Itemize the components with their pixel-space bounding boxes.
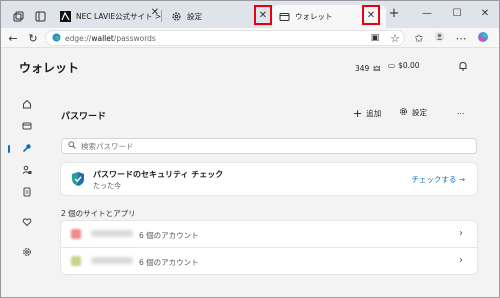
edge-logo-icon (52, 33, 61, 44)
gear-icon (399, 107, 408, 118)
more-button[interactable]: ⋯ (453, 30, 469, 46)
search-placeholder: 検索パスワード (81, 141, 134, 151)
security-check-title: パスワードのセキュリティ チェック (93, 170, 224, 179)
tab-label: 設定 (187, 12, 202, 21)
bell-icon (458, 61, 468, 73)
favorites-icon: ✩ (414, 31, 424, 45)
rewards-points[interactable]: 349 🜲 (355, 61, 380, 76)
security-check-card: パスワードのセキュリティ チェック たった今 チェックする → (61, 163, 477, 195)
card-icon (22, 121, 32, 133)
plus-icon: + (353, 107, 363, 120)
minimize-button[interactable]: — (417, 5, 437, 21)
trophy-icon: 🜲 (373, 64, 381, 73)
more-icon: … (457, 107, 465, 116)
profile-button[interactable] (431, 30, 447, 46)
document-icon (22, 187, 32, 199)
run-check-link[interactable]: チェックする → (411, 174, 465, 185)
balance-button[interactable]: ▭ $0.00 (388, 61, 420, 70)
tab-strip: NEC LAVIE公式サイト > ✕ 設定 ✕ ウォレット ✕ + — ☐ ✕ (1, 1, 499, 28)
nav-memberships[interactable] (19, 185, 35, 201)
immersive-reader-button[interactable]: ▣ (367, 30, 383, 46)
favorite-button[interactable]: ☆ (387, 30, 403, 46)
refresh-icon: ↻ (28, 31, 38, 45)
search-icon (68, 141, 76, 151)
close-tab-settings-button[interactable]: ✕ (254, 5, 272, 25)
collections-icon (13, 11, 24, 23)
browser-window: NEC LAVIE公式サイト > ✕ 設定 ✕ ウォレット ✕ + — ☐ ✕ … (0, 0, 500, 298)
maximize-icon: ☐ (452, 7, 462, 19)
notifications-button[interactable] (458, 61, 468, 73)
more-icon: ⋯ (455, 31, 467, 45)
close-icon: ✕ (480, 7, 490, 19)
close-icon: ✕ (258, 9, 268, 21)
home-icon (22, 99, 32, 111)
nav-payment-methods[interactable] (19, 119, 35, 135)
balance-value: $0.00 (398, 61, 420, 70)
page-title: ウォレット (19, 61, 80, 75)
address-bar[interactable]: edge://wallet/passwords (45, 30, 405, 46)
chevron-right-icon: › (459, 228, 463, 239)
tab-label: ウォレット (295, 12, 333, 21)
close-icon: ✕ (150, 6, 160, 18)
tab-actions-button[interactable] (29, 5, 47, 28)
close-icon: ✕ (366, 9, 376, 21)
reader-icon: ▣ (370, 33, 380, 43)
shield-check-icon (71, 171, 85, 189)
nav-passwords[interactable] (8, 141, 35, 157)
site-list-item[interactable]: 6 個のアカウント › (61, 221, 477, 247)
site-name-redacted (91, 230, 133, 237)
gear-icon (170, 11, 182, 23)
tab-actions-icon (35, 11, 46, 23)
collections-button[interactable] (7, 5, 25, 28)
heart-icon (22, 217, 32, 229)
nav-personal-info[interactable] (19, 163, 35, 179)
favorites-bar-button[interactable]: ✩ (411, 30, 427, 46)
site-name-redacted (91, 257, 133, 264)
account-count: 6 個のアカウント (139, 258, 199, 267)
close-window-button[interactable]: ✕ (475, 5, 495, 21)
wallet-balance-icon: ▭ (388, 61, 396, 70)
settings-label: 設定 (412, 108, 427, 117)
points-value: 349 (355, 64, 370, 73)
arrow-left-icon: ← (8, 31, 18, 45)
account-count: 6 個のアカウント (139, 231, 199, 240)
nav-settings[interactable] (19, 245, 35, 261)
section-title: パスワード (61, 112, 107, 122)
add-password-button[interactable]: + 追加 (353, 107, 381, 120)
back-button[interactable]: ← (5, 30, 21, 46)
chevron-right-icon: › (459, 255, 463, 266)
password-settings-button[interactable]: 設定 (399, 107, 427, 118)
site-favicon-icon (71, 229, 81, 239)
more-options-button[interactable]: … (457, 107, 465, 116)
star-icon: ☆ (390, 31, 400, 45)
wallet-icon (278, 11, 290, 23)
avatar-icon (434, 31, 445, 45)
nec-favicon-icon (59, 11, 71, 23)
close-tab-wallet-button[interactable]: ✕ (362, 5, 380, 25)
gear-icon (22, 247, 32, 259)
url-text: edge://wallet/passwords (65, 33, 156, 43)
tab-settings[interactable]: 設定 (164, 5, 244, 28)
nav-donations[interactable] (19, 215, 35, 231)
site-list-item[interactable]: 6 個のアカウント › (61, 248, 477, 274)
key-icon (22, 143, 32, 155)
copilot-button[interactable] (475, 30, 491, 46)
site-favicon-icon (71, 256, 81, 266)
wallet-page: ウォレット 349 🜲 ▭ $0.00 パスワード + 追加 設定 … 検索パス… (1, 49, 499, 297)
address-toolbar: ← ↻ edge://wallet/passwords ▣ ☆ ✩ ⋯ (1, 28, 499, 48)
new-tab-button[interactable]: + (384, 5, 404, 21)
tab-divider (161, 10, 162, 22)
nav-home[interactable] (19, 97, 35, 113)
plus-icon: + (388, 5, 400, 21)
password-search-input[interactable]: 検索パスワード (61, 138, 477, 154)
security-check-timestamp: たった今 (93, 182, 121, 190)
sites-heading: 2 個のサイトとアプリ (61, 209, 136, 218)
refresh-button[interactable]: ↻ (25, 30, 41, 46)
person-lock-icon (22, 165, 32, 177)
copilot-icon (477, 31, 489, 46)
add-label: 追加 (366, 109, 382, 118)
maximize-button[interactable]: ☐ (447, 5, 467, 21)
minimize-icon: — (422, 7, 432, 19)
